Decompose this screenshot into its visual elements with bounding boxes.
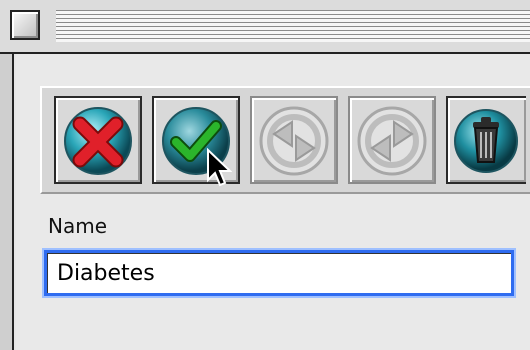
revert-left-icon (259, 106, 329, 176)
title-bar[interactable] (0, 0, 530, 54)
revert-right-button[interactable] (348, 96, 436, 184)
trash-icon (454, 109, 518, 173)
close-box-icon[interactable] (10, 10, 40, 40)
window: Name (0, 0, 530, 350)
revert-left-button[interactable] (250, 96, 338, 184)
name-input[interactable] (42, 248, 516, 298)
red-x-icon (64, 107, 132, 175)
cancel-button[interactable] (54, 96, 142, 184)
revert-right-icon (357, 106, 427, 176)
title-bar-stripes (56, 10, 530, 42)
left-frame-edge (0, 54, 14, 350)
name-label: Name (48, 214, 108, 238)
delete-button[interactable] (446, 96, 526, 184)
mouse-pointer-icon (207, 148, 232, 187)
